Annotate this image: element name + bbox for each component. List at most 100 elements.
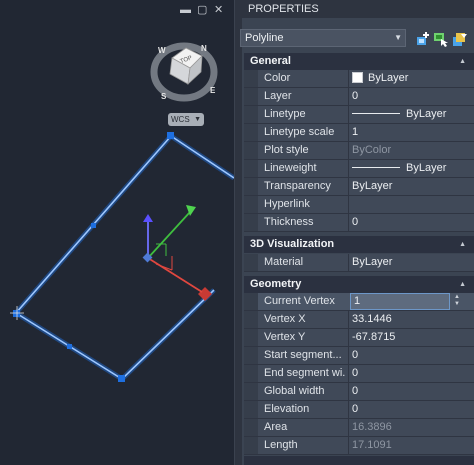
- drawing-canvas[interactable]: TOP N E S W: [0, 0, 234, 465]
- property-value[interactable]: 0: [352, 88, 470, 105]
- pickadd-icon[interactable]: [414, 31, 430, 47]
- property-row-plot-style[interactable]: Plot style ByColor: [244, 142, 474, 160]
- property-row-material[interactable]: Material ByLayer: [244, 254, 474, 272]
- object-type-select[interactable]: Polyline ▼: [240, 29, 406, 47]
- wcs-menu-button[interactable]: WCS ▼: [168, 113, 204, 126]
- quick-select-icon[interactable]: [452, 31, 468, 47]
- vertex-grip[interactable]: [13, 310, 20, 317]
- viewcube[interactable]: TOP N E S W: [150, 42, 218, 102]
- property-row-start-segment-width[interactable]: Start segment... 0: [244, 347, 474, 365]
- section-title: General: [250, 55, 291, 67]
- compass-west-label: W: [158, 46, 166, 55]
- gizmo-z-arrow[interactable]: [143, 214, 153, 222]
- property-label: Area: [264, 421, 288, 433]
- section-3d-visualization[interactable]: 3D Visualization ▲: [244, 236, 474, 253]
- property-value[interactable]: ByLayer: [352, 254, 470, 271]
- property-row-length[interactable]: Length 17.1091: [244, 437, 474, 455]
- select-objects-icon[interactable]: [433, 31, 449, 47]
- property-label: Start segment...: [264, 349, 342, 361]
- close-icon[interactable]: ✕: [214, 4, 223, 16]
- color-swatch: [352, 72, 363, 83]
- property-value[interactable]: 0: [352, 214, 470, 231]
- property-row-hyperlink[interactable]: Hyperlink: [244, 196, 474, 214]
- property-label: Layer: [264, 90, 292, 102]
- compass-east-label: E: [210, 86, 216, 95]
- property-value: 17.1091: [352, 439, 392, 451]
- property-label: Color: [264, 72, 291, 84]
- property-row-lineweight[interactable]: Lineweight ByLayer: [244, 160, 474, 178]
- restore-icon[interactable]: ▢: [197, 4, 207, 16]
- property-row-thickness[interactable]: Thickness 0: [244, 214, 474, 232]
- property-row-global-width[interactable]: Global width 0: [244, 383, 474, 401]
- property-value: 16.3896: [352, 421, 392, 433]
- property-label: End segment wi...: [264, 367, 346, 379]
- property-label: Vertex Y: [264, 331, 306, 343]
- property-value[interactable]: 1: [352, 124, 470, 141]
- property-row-color[interactable]: Color ByLayer: [244, 70, 474, 88]
- property-label: Elevation: [264, 403, 310, 415]
- palette-title: PROPERTIES: [242, 0, 474, 18]
- gizmo-x-axis[interactable]: [147, 257, 203, 293]
- property-value[interactable]: ByLayer: [352, 160, 470, 177]
- selected-polyline[interactable]: [10, 132, 234, 383]
- vertex-grip[interactable]: [118, 375, 125, 382]
- collapse-icon[interactable]: ▲: [459, 236, 466, 253]
- property-label: Transparency: [264, 180, 331, 192]
- property-value[interactable]: 0: [352, 401, 470, 418]
- property-row-area[interactable]: Area 16.3896: [244, 419, 474, 437]
- property-value[interactable]: ByLayer: [352, 178, 470, 195]
- drawing-viewport[interactable]: TOP N E S W ▬ ▢ ✕ WCS ▼: [0, 0, 234, 465]
- property-row-vertex-x[interactable]: Vertex X 33.1446: [244, 311, 474, 329]
- property-row-vertex-y[interactable]: Vertex Y -67.8715: [244, 329, 474, 347]
- property-row-elevation[interactable]: Elevation 0: [244, 401, 474, 419]
- section-title: 3D Visualization: [250, 238, 335, 250]
- property-row-transparency[interactable]: Transparency ByLayer: [244, 178, 474, 196]
- midpoint-grip[interactable]: [67, 344, 72, 349]
- property-value[interactable]: ByLayer: [352, 70, 470, 87]
- compass-north-label: N: [201, 44, 207, 53]
- property-value: ByColor: [352, 144, 392, 156]
- property-value[interactable]: 0: [352, 365, 470, 382]
- wcs-label: WCS: [171, 115, 190, 124]
- properties-palette: PROPERTIES Polyline ▼ General ▲ Color By…: [240, 0, 474, 465]
- current-vertex-input[interactable]: 1: [350, 293, 450, 310]
- property-label: Hyperlink: [264, 198, 310, 210]
- collapse-icon[interactable]: ▲: [459, 53, 466, 70]
- property-value[interactable]: 0: [352, 383, 470, 400]
- property-row-linetype-scale[interactable]: Linetype scale 1: [244, 124, 474, 142]
- object-type-value: Polyline: [245, 32, 284, 44]
- property-label: Material: [264, 256, 304, 268]
- section-geometry[interactable]: Geometry ▲: [244, 276, 474, 293]
- midpoint-grip[interactable]: [91, 223, 96, 228]
- vertex-spinner[interactable]: ▲ ▼: [452, 294, 462, 309]
- chevron-down-icon: ▼: [194, 116, 201, 123]
- property-value[interactable]: -67.8715: [352, 329, 470, 346]
- property-label: Vertex X: [264, 313, 306, 325]
- active-grip[interactable]: [198, 287, 212, 301]
- property-row-end-segment-width[interactable]: End segment wi... 0: [244, 365, 474, 383]
- property-value[interactable]: [352, 196, 470, 213]
- spinner-up-icon[interactable]: ▲: [454, 294, 460, 300]
- property-label: Global width: [264, 385, 325, 397]
- property-value[interactable]: ByLayer: [352, 106, 470, 123]
- palette-bottom-edge: [244, 456, 474, 465]
- section-title: Geometry: [250, 278, 302, 290]
- property-value[interactable]: 33.1446: [352, 311, 470, 328]
- vertex-grip[interactable]: [167, 132, 174, 139]
- collapse-icon[interactable]: ▲: [459, 276, 466, 293]
- linetype-preview: [352, 113, 400, 114]
- property-label: Plot style: [264, 144, 309, 156]
- gizmo-y-axis[interactable]: [147, 211, 191, 259]
- section-general[interactable]: General ▲: [244, 53, 474, 70]
- property-value[interactable]: 0: [352, 347, 470, 364]
- property-label: Lineweight: [264, 162, 317, 174]
- ucs-gizmo[interactable]: [142, 205, 203, 293]
- property-row-linetype[interactable]: Linetype ByLayer: [244, 106, 474, 124]
- spinner-down-icon[interactable]: ▼: [454, 301, 460, 307]
- property-row-layer[interactable]: Layer 0: [244, 88, 474, 106]
- property-row-current-vertex[interactable]: Current Vertex 1 ▲ ▼: [244, 293, 474, 311]
- property-label: Length: [264, 439, 298, 451]
- lineweight-preview: [352, 167, 400, 168]
- property-label: Current Vertex: [264, 295, 335, 307]
- minimize-icon[interactable]: ▬: [180, 4, 191, 16]
